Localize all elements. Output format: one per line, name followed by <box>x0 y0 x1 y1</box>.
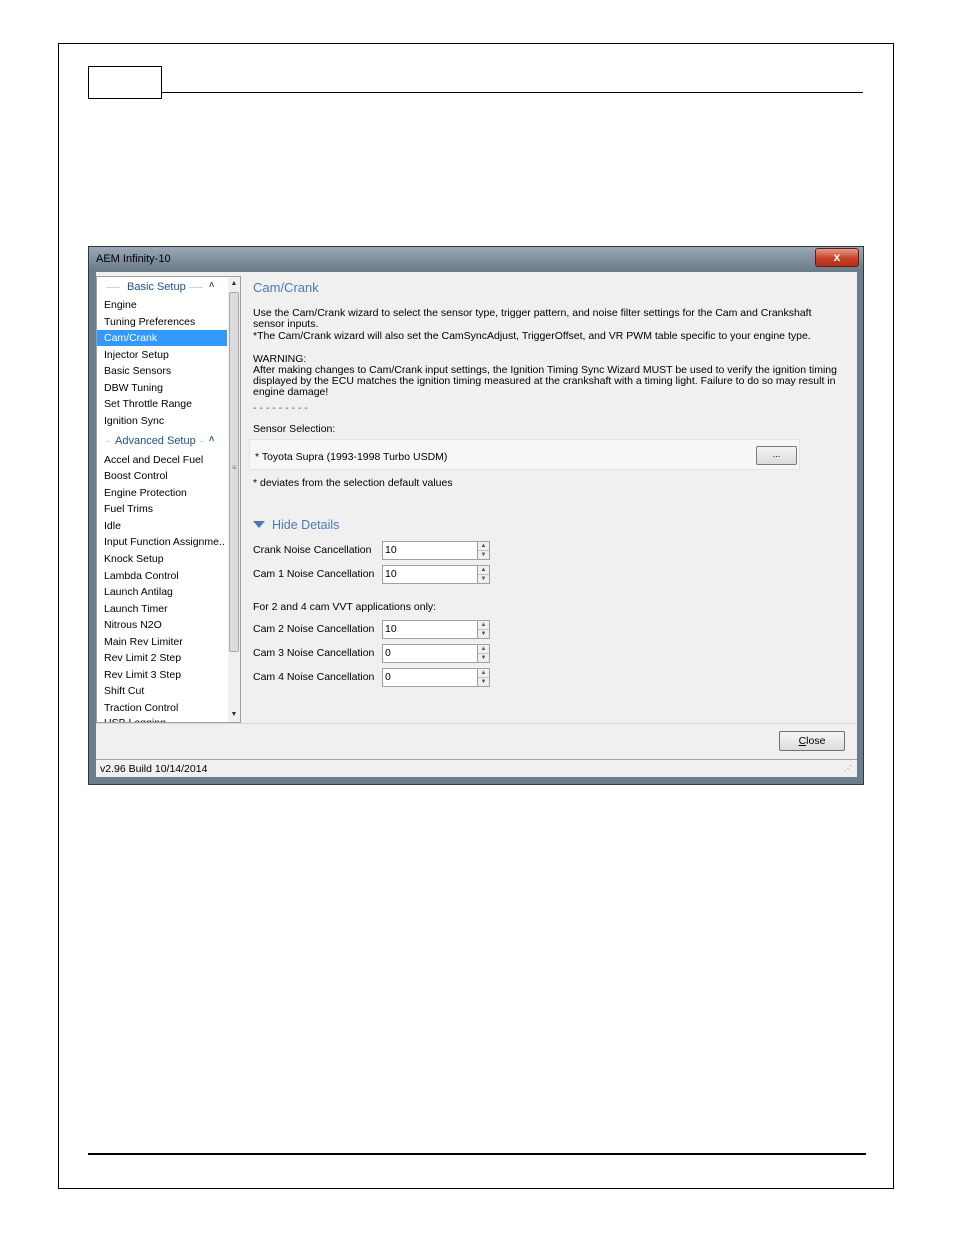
group-label: Advanced Setup <box>115 435 196 447</box>
expand-triangle-icon <box>253 521 265 528</box>
spin-down-icon[interactable]: ▼ <box>478 678 489 686</box>
sidebar-item-lambda-control[interactable]: Lambda Control <box>97 568 227 584</box>
sidebar-item-engine-protection[interactable]: Engine Protection <box>97 485 227 501</box>
sidebar-item-main-rev-limiter[interactable]: Main Rev Limiter <box>97 634 227 650</box>
hide-details-toggle[interactable]: Hide Details <box>253 518 339 532</box>
spin-down-icon[interactable]: ▼ <box>478 630 489 638</box>
sidebar-item-cam-crank[interactable]: Cam/Crank <box>97 330 227 346</box>
footnote-text: * deviates from the selection default va… <box>253 477 453 489</box>
cam1-noise-field: Cam 1 Noise Cancellation 10 ▲ ▼ <box>253 565 493 584</box>
cam4-noise-field: Cam 4 Noise Cancellation 0 ▲ ▼ <box>253 668 493 687</box>
sidebar: Basic Setup ˄ Engine Tuning Preferences … <box>96 276 241 723</box>
cam2-noise-spinner[interactable]: ▲ ▼ <box>477 620 490 639</box>
intro-text: Use the Cam/Crank wizard to select the s… <box>253 307 812 330</box>
sidebar-item-traction-control[interactable]: Traction Control <box>97 700 227 716</box>
status-bar: v2.96 Build 10/14/2014 ⋰ <box>96 759 857 777</box>
sensor-selection-label: Sensor Selection: <box>253 423 336 435</box>
vvt-note: For 2 and 4 cam VVT applications only: <box>253 601 437 613</box>
cam3-noise-field: Cam 3 Noise Cancellation 0 ▲ ▼ <box>253 644 493 663</box>
spin-down-icon[interactable]: ▼ <box>478 575 489 583</box>
sidebar-item-boost-control[interactable]: Boost Control <box>97 468 227 484</box>
field-label: Cam 4 Noise Cancellation <box>253 671 375 683</box>
scrollbar-thumb[interactable]: ≡ <box>229 292 239 652</box>
sidebar-list: Basic Setup ˄ Engine Tuning Preferences … <box>97 277 227 722</box>
spin-up-icon[interactable]: ▲ <box>478 621 489 630</box>
spin-up-icon[interactable]: ▲ <box>478 669 489 678</box>
crank-noise-spinner[interactable]: ▲ ▼ <box>477 541 490 560</box>
group-advanced-setup[interactable]: Advanced Setup ˄ <box>97 433 227 451</box>
sidebar-item-shift-cut[interactable]: Shift Cut <box>97 683 227 699</box>
sidebar-item-launch-timer[interactable]: Launch Timer <box>97 601 227 617</box>
sidebar-item-tuning-preferences[interactable]: Tuning Preferences <box>97 314 227 330</box>
sidebar-item-dbw-tuning[interactable]: DBW Tuning <box>97 380 227 396</box>
sidebar-item-rev-limit-3-step[interactable]: Rev Limit 3 Step <box>97 667 227 683</box>
version-text: v2.96 Build 10/14/2014 <box>100 763 208 775</box>
header-rule <box>162 92 863 93</box>
sidebar-item-basic-sensors[interactable]: Basic Sensors <box>97 363 227 379</box>
close-button[interactable]: Close <box>779 731 845 751</box>
hide-details-label: Hide Details <box>272 518 340 532</box>
field-label: Crank Noise Cancellation <box>253 544 372 556</box>
spin-up-icon[interactable]: ▲ <box>478 566 489 575</box>
field-label: Cam 1 Noise Cancellation <box>253 568 375 580</box>
sidebar-item-idle[interactable]: Idle <box>97 518 227 534</box>
field-label: Cam 2 Noise Cancellation <box>253 623 375 635</box>
collapse-chevron-icon[interactable]: ˄ <box>209 434 214 444</box>
client-area: Basic Setup ˄ Engine Tuning Preferences … <box>96 272 857 777</box>
sidebar-item-engine[interactable]: Engine <box>97 297 227 313</box>
field-label: Cam 3 Noise Cancellation <box>253 647 375 659</box>
title-bar[interactable]: AEM Infinity-10 x <box>89 247 863 271</box>
collapse-chevron-icon[interactable]: ˄ <box>209 280 214 290</box>
cam1-noise-spinner[interactable]: ▲ ▼ <box>477 565 490 584</box>
sidebar-item-ignition-sync[interactable]: Ignition Sync <box>97 413 227 429</box>
crank-noise-field: Crank Noise Cancellation 10 ▲ ▼ <box>253 541 493 560</box>
sidebar-item-input-function-assignment[interactable]: Input Function Assignme.. <box>97 534 227 550</box>
cam3-noise-input[interactable]: 0 <box>382 644 478 663</box>
section-title: Cam/Crank <box>253 280 319 295</box>
window-title: AEM Infinity-10 <box>96 253 171 265</box>
group-basic-setup[interactable]: Basic Setup ˄ <box>97 279 227 297</box>
browse-sensor-button[interactable]: ... <box>756 446 797 465</box>
bottom-separator <box>96 723 857 724</box>
spin-down-icon[interactable]: ▼ <box>478 551 489 559</box>
sidebar-item-fuel-trims[interactable]: Fuel Trims <box>97 501 227 517</box>
crank-noise-input[interactable]: 10 <box>382 541 478 560</box>
header-box <box>88 66 162 99</box>
sidebar-item-launch-antilag[interactable]: Launch Antilag <box>97 584 227 600</box>
cam1-noise-input[interactable]: 10 <box>382 565 478 584</box>
sidebar-item-knock-setup[interactable]: Knock Setup <box>97 551 227 567</box>
sensor-selection-value: * Toyota Supra (1993-1998 Turbo USDM) <box>255 451 448 463</box>
cam4-noise-input[interactable]: 0 <box>382 668 478 687</box>
divider-dashes: - - - - - - - - - <box>253 402 308 414</box>
intro-note: *The Cam/Crank wizard will also set the … <box>253 330 811 342</box>
cam2-noise-field: Cam 2 Noise Cancellation 10 ▲ ▼ <box>253 620 493 639</box>
cam2-noise-input[interactable]: 10 <box>382 620 478 639</box>
sidebar-item-nitrous-n2o[interactable]: Nitrous N2O <box>97 617 227 633</box>
spin-up-icon[interactable]: ▲ <box>478 645 489 654</box>
cam3-noise-spinner[interactable]: ▲ ▼ <box>477 644 490 663</box>
grip-icon: ≡ <box>232 463 237 472</box>
footer-rule <box>88 1153 866 1155</box>
sidebar-item-rev-limit-2-step[interactable]: Rev Limit 2 Step <box>97 650 227 666</box>
app-window: AEM Infinity-10 x Basic Setup ˄ Engine T… <box>88 246 864 785</box>
scroll-up-arrow-icon[interactable]: ▲ <box>228 277 240 291</box>
cam4-noise-spinner[interactable]: ▲ ▼ <box>477 668 490 687</box>
spin-up-icon[interactable]: ▲ <box>478 542 489 551</box>
warning-text: After making changes to Cam/Crank input … <box>253 364 837 398</box>
window-close-button[interactable]: x <box>815 248 859 267</box>
scroll-down-arrow-icon[interactable]: ▼ <box>228 708 240 722</box>
sidebar-item-accel-decel-fuel[interactable]: Accel and Decel Fuel <box>97 452 227 468</box>
group-label: Basic Setup <box>127 281 186 293</box>
sidebar-item-set-throttle-range[interactable]: Set Throttle Range <box>97 396 227 412</box>
sidebar-item-injector-setup[interactable]: Injector Setup <box>97 347 227 363</box>
sensor-selection-row: * Toyota Supra (1993-1998 Turbo USDM) ..… <box>249 439 800 470</box>
sidebar-item-usb-logging[interactable]: USB Logging <box>97 715 227 722</box>
close-label: lose <box>806 735 826 747</box>
resize-grip-icon[interactable]: ⋰ <box>844 764 852 773</box>
main-panel: Cam/Crank Use the Cam/Crank wizard to se… <box>246 276 854 723</box>
spin-down-icon[interactable]: ▼ <box>478 654 489 662</box>
sidebar-scrollbar[interactable]: ▲ ≡ ▼ <box>228 277 240 722</box>
